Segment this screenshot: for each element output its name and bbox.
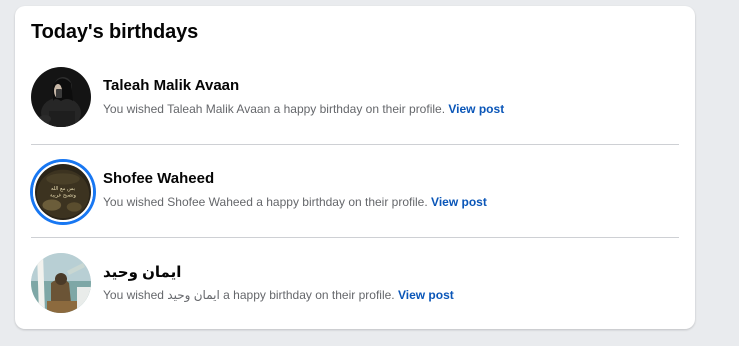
person-name[interactable]: ايمان وحيد: [103, 263, 181, 281]
avatar[interactable]: [31, 253, 91, 313]
message-suffix: a happy birthday on their profile.: [256, 195, 428, 209]
birthday-item: بس مع الله وتصبح غريبة Shofee Waheed You…: [15, 160, 695, 253]
message-suffix: a happy birthday on their profile.: [223, 288, 395, 302]
profile-photo: بس مع الله وتصبح غريبة: [35, 164, 91, 220]
view-post-link[interactable]: View post: [448, 102, 504, 116]
profile-photo: [31, 67, 91, 127]
message-name: Shofee Waheed: [167, 195, 253, 209]
avatar[interactable]: [31, 67, 91, 127]
birthday-message: You wished Taleah Malik Avaan a happy bi…: [103, 102, 504, 116]
message-name: Taleah Malik Avaan: [167, 102, 271, 116]
card-title: Today's birthdays: [31, 21, 199, 43]
birthday-message: You wished ايمان وحيد a happy birthday o…: [103, 288, 454, 302]
birthday-item: ايمان وحيد You wished ايمان وحيد a happy…: [15, 253, 695, 346]
view-post-link[interactable]: View post: [398, 288, 454, 302]
divider: [31, 144, 679, 145]
divider: [31, 237, 679, 238]
avatar-text-line-1: بس مع الله: [51, 186, 75, 192]
birthday-item: Taleah Malik Avaan You wished Taleah Mal…: [15, 67, 695, 160]
person-name[interactable]: Shofee Waheed: [103, 170, 214, 187]
message-prefix: You wished: [103, 102, 164, 116]
avatar-with-story-ring[interactable]: بس مع الله وتصبح غريبة: [33, 162, 93, 222]
person-name[interactable]: Taleah Malik Avaan: [103, 77, 239, 94]
message-prefix: You wished: [103, 288, 164, 302]
view-post-link[interactable]: View post: [431, 195, 487, 209]
message-prefix: You wished: [103, 195, 164, 209]
birthday-message: You wished Shofee Waheed a happy birthda…: [103, 195, 487, 209]
birthdays-card: Today's birthdays Taleah Malik Avaan You…: [15, 6, 695, 329]
message-name: ايمان وحيد: [167, 288, 220, 302]
message-suffix: a happy birthday on their profile.: [273, 102, 446, 116]
avatar-text-line-2: وتصبح غريبة: [50, 193, 77, 199]
profile-photo: [31, 253, 91, 313]
